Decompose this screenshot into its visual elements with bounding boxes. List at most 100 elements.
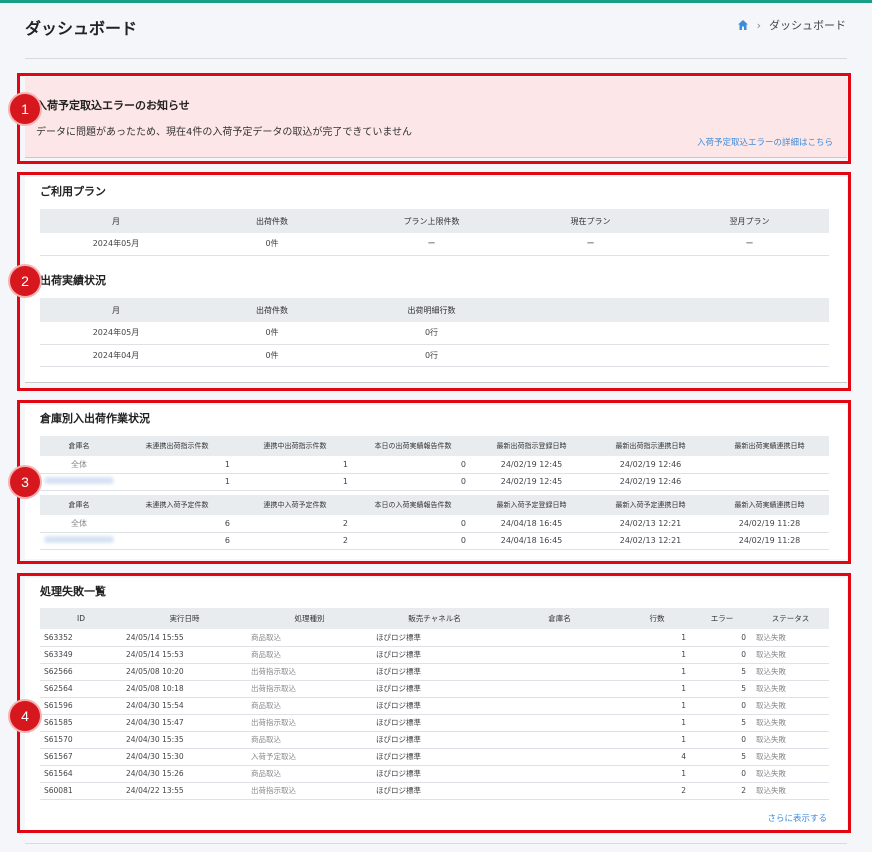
failure-cell: 出荷指示取込 — [247, 714, 372, 732]
alert-title: 入荷予定取込エラーのお知らせ — [36, 99, 190, 112]
shipment-cell: 0行 — [352, 322, 511, 345]
wh-in-th: 連携中入荷予定件数 — [236, 495, 354, 515]
plan-cell: 2024年05月 — [40, 233, 192, 256]
wh-in-th: 最新入荷実績連携日時 — [710, 495, 829, 515]
plan-title: ご利用プラン — [40, 185, 106, 198]
wh-out-th: 本日の出荷実績報告件数 — [354, 436, 472, 456]
wh-out-th: 最新出荷実績連携日時 — [710, 436, 829, 456]
table-row: 全体 6 2 0 24/04/18 16:45 24/02/13 12:21 2… — [40, 515, 829, 533]
fail-th: 販売チャネル名 — [372, 608, 497, 629]
failure-cell: 取込失敗 — [752, 629, 829, 647]
failure-cell: 入荷予定取込 — [247, 748, 372, 766]
marker-4: 4 — [10, 701, 40, 731]
failure-cell: 取込失敗 — [752, 765, 829, 783]
plan-th-current: 現在プラン — [511, 209, 670, 233]
failure-cell: ほぴロジ標準 — [372, 748, 497, 766]
failure-cell: 5 — [692, 714, 752, 732]
failures-title: 処理失敗一覧 — [40, 585, 106, 598]
table-row: 2024年05月 0件 0行 — [40, 322, 829, 345]
fail-th: ID — [40, 608, 122, 629]
wh-name-redacted — [40, 473, 118, 491]
failure-cell: ほぴロジ標準 — [372, 680, 497, 698]
shipment-table: 月 出荷件数 出荷明細行数 2024年05月 0件 0行 2024年04月 0件… — [40, 298, 829, 367]
failure-cell: S61570 — [40, 731, 122, 749]
failure-cell: 24/04/30 15:30 — [122, 748, 247, 766]
plan-card-divider — [25, 382, 847, 383]
wh-out-th: 最新出荷指示登録日時 — [472, 436, 591, 456]
wh-cell: 24/02/19 12:46 — [591, 456, 710, 474]
failure-cell — [497, 748, 622, 766]
failure-cell: 5 — [692, 663, 752, 681]
plan-th-month: 月 — [40, 209, 192, 233]
warehouse-title: 倉庫別入出荷作業状況 — [40, 412, 150, 425]
failure-cell: 取込失敗 — [752, 782, 829, 800]
fail-th: ステータス — [752, 608, 829, 629]
failure-cell: 商品取込 — [247, 697, 372, 715]
fail-th: 実行日時 — [122, 608, 247, 629]
failure-cell: ほぴロジ標準 — [372, 782, 497, 800]
failure-cell: 24/05/14 15:55 — [122, 629, 247, 647]
failure-cell: S60081 — [40, 782, 122, 800]
failure-cell: 1 — [622, 680, 692, 698]
failure-cell: S61596 — [40, 697, 122, 715]
failure-cell: S61567 — [40, 748, 122, 766]
failure-cell: 5 — [692, 748, 752, 766]
wh-cell — [710, 473, 829, 491]
top-accent-line — [0, 0, 872, 3]
failure-cell — [497, 646, 622, 664]
failure-cell: 出荷指示取込 — [247, 782, 372, 800]
failure-cell: 2 — [692, 782, 752, 800]
warehouse-inbound-table: 倉庫名 未連携入荷予定件数 連携中入荷予定件数 本日の入荷実績報告件数 最新入荷… — [40, 495, 829, 550]
wh-cell: 2 — [236, 532, 354, 550]
home-icon[interactable] — [737, 19, 749, 31]
wh-out-th: 倉庫名 — [40, 436, 118, 456]
table-row: S61567 24/04/30 15:30 入荷予定取込 ほぴロジ標準 4 5 取込失敗 — [40, 748, 829, 766]
failure-cell: 2 — [622, 782, 692, 800]
import-error-alert: 入荷予定取込エラーのお知らせ データに問題があったため、現在4件の入荷予定データ… — [25, 77, 847, 158]
wh-cell: 24/02/19 12:46 — [591, 473, 710, 491]
wh-in-th: 最新入荷予定連携日時 — [591, 495, 710, 515]
show-more-link[interactable]: さらに表示する — [767, 812, 827, 824]
failure-cell: 0 — [692, 629, 752, 647]
failure-cell: 商品取込 — [247, 731, 372, 749]
table-row: 1 1 0 24/02/19 12:45 24/02/19 12:46 — [40, 473, 829, 491]
alert-detail-link[interactable]: 入荷予定取込エラーの詳細はこちら — [697, 136, 833, 148]
marker-3: 3 — [10, 467, 40, 497]
failure-cell: 商品取込 — [247, 646, 372, 664]
failure-cell: ほぴロジ標準 — [372, 714, 497, 732]
failure-cell — [497, 714, 622, 732]
marker-1: 1 — [10, 94, 40, 124]
shipment-cell — [511, 344, 829, 367]
table-row: S63352 24/05/14 15:55 商品取込 ほぴロジ標準 1 0 取込失敗 — [40, 629, 829, 647]
failure-cell: 24/04/30 15:47 — [122, 714, 247, 732]
failure-cell: 24/04/30 15:35 — [122, 731, 247, 749]
alert-divider — [25, 157, 847, 158]
failure-cell: 24/04/22 13:55 — [122, 782, 247, 800]
shipment-header-row: 月 出荷件数 出荷明細行数 — [40, 298, 829, 322]
wh-cell: 24/02/13 12:21 — [591, 532, 710, 550]
wh-out-th: 未連携出荷指示件数 — [118, 436, 236, 456]
shipment-cell: 0件 — [192, 322, 352, 345]
failure-cell: 取込失敗 — [752, 697, 829, 715]
warehouse-card: 倉庫別入出荷作業状況 倉庫名 未連携出荷指示件数 連携中出荷指示件数 本日の出荷… — [25, 405, 847, 559]
failures-header-row: ID 実行日時 処理種別 販売チャネル名 倉庫名 行数 エラー ステータス — [40, 608, 829, 629]
plan-cell: ー — [352, 233, 511, 256]
wh-name-redacted — [40, 532, 118, 550]
failure-cell: 24/04/30 15:54 — [122, 697, 247, 715]
wh-cell: 0 — [354, 515, 472, 533]
wh-cell: 24/02/19 11:28 — [710, 515, 829, 533]
table-row: 2024年05月 0件 ー ー ー — [40, 233, 829, 256]
table-row: S61585 24/04/30 15:47 出荷指示取込 ほぴロジ標準 1 5 取込失敗 — [40, 714, 829, 732]
failures-table: ID 実行日時 処理種別 販売チャネル名 倉庫名 行数 エラー ステータス S6… — [40, 608, 829, 800]
failure-cell: 1 — [622, 629, 692, 647]
plan-header-row: 月 出荷件数 プラン上限件数 現在プラン 翌月プラン — [40, 209, 829, 233]
table-row: S61596 24/04/30 15:54 商品取込 ほぴロジ標準 1 0 取込失敗 — [40, 697, 829, 715]
failure-cell: 1 — [622, 663, 692, 681]
failure-cell: S63352 — [40, 629, 122, 647]
shipment-cell — [511, 322, 829, 345]
wh-cell: 24/04/18 16:45 — [472, 532, 591, 550]
failure-cell: 出荷指示取込 — [247, 663, 372, 681]
fail-th: エラー — [692, 608, 752, 629]
table-row: 全体 1 1 0 24/02/19 12:45 24/02/19 12:46 — [40, 456, 829, 474]
failure-cell: ほぴロジ標準 — [372, 663, 497, 681]
